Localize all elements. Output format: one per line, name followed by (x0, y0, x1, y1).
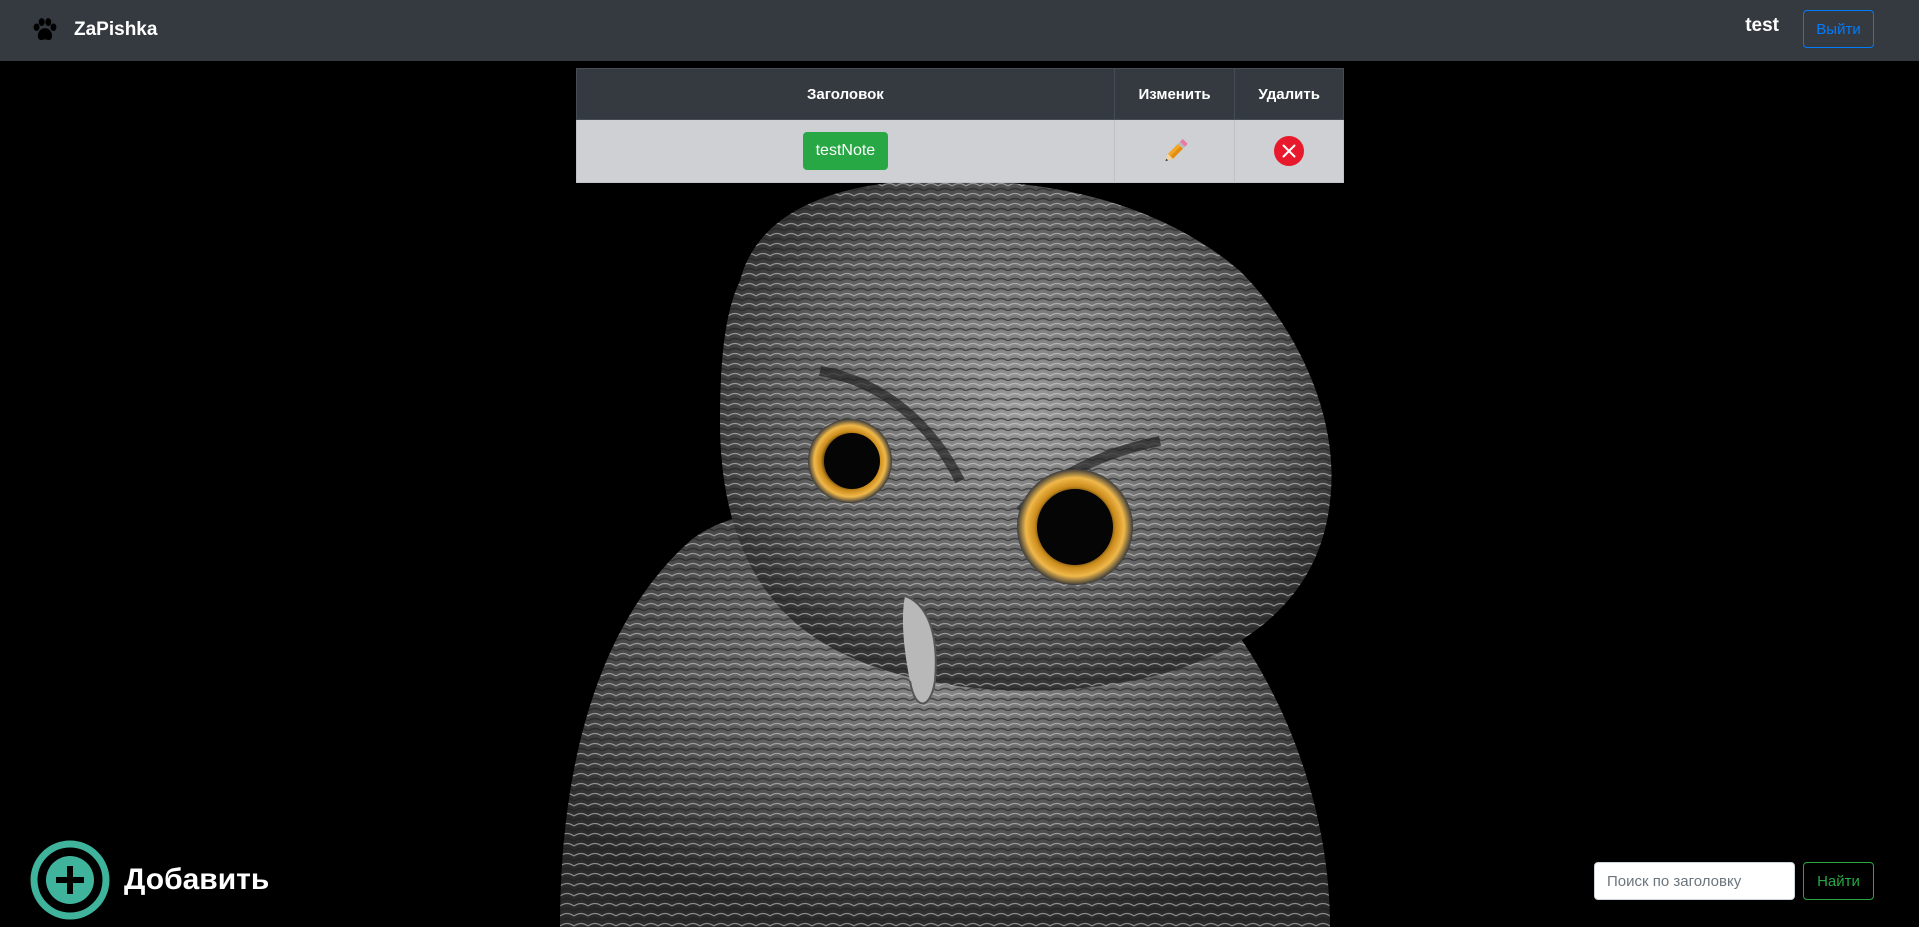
table-row: testNote (576, 119, 1344, 183)
cell-title: testNote (576, 119, 1115, 183)
username: test (1745, 15, 1779, 36)
header-delete: Удалить (1234, 68, 1344, 120)
owl-background-image (0, 61, 1919, 927)
table-header-row: Заголовок Изменить Удалить (576, 68, 1344, 120)
pencil-icon[interactable] (1159, 135, 1191, 167)
brand-name: ZaPishka (74, 19, 158, 40)
add-label: Добавить (124, 863, 270, 896)
plus-circle-icon (30, 840, 110, 920)
header-title: Заголовок (576, 68, 1115, 120)
search-form: Найти (1594, 862, 1874, 900)
note-title-button[interactable]: testNote (802, 132, 889, 170)
brand-link[interactable]: ZaPishka (30, 12, 157, 48)
add-note-button[interactable]: Добавить (30, 840, 269, 920)
logout-button[interactable]: Выйти (1803, 10, 1874, 48)
search-input[interactable] (1594, 862, 1795, 900)
navbar: ZaPishka test Выйти (0, 0, 1919, 61)
search-button[interactable]: Найти (1803, 862, 1874, 900)
cell-edit (1113, 119, 1236, 183)
notes-table: Заголовок Изменить Удалить testNote (576, 68, 1344, 183)
cell-delete (1234, 119, 1344, 183)
close-circle-icon[interactable] (1273, 135, 1305, 167)
header-edit: Изменить (1113, 68, 1236, 120)
paw-icon (33, 18, 57, 40)
